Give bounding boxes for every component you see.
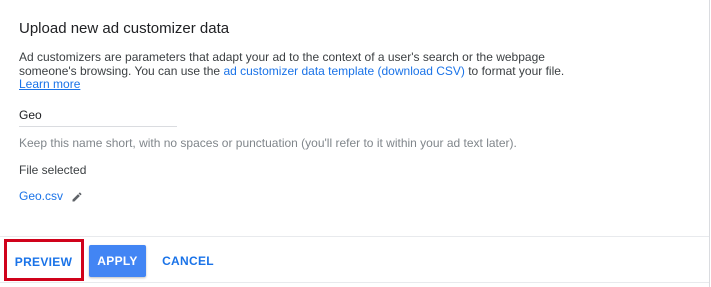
description-line2-suffix: to format your file. — [464, 64, 565, 78]
cancel-button[interactable]: CANCEL — [156, 245, 220, 277]
dialog-title: Upload new ad customizer data — [19, 20, 230, 37]
upload-dialog: Upload new ad customizer data Ad customi… — [0, 0, 710, 287]
file-row: Geo.csv — [19, 189, 83, 203]
dialog-description: Ad customizers are parameters that adapt… — [19, 50, 639, 78]
selected-file-link[interactable]: Geo.csv — [19, 189, 63, 203]
template-download-link[interactable]: ad customizer data template (download CS… — [223, 64, 464, 78]
actions-divider — [0, 236, 709, 237]
description-line2-prefix: someone's browsing. You can use the — [19, 64, 224, 78]
file-selected-label: File selected — [19, 163, 87, 177]
name-hint: Keep this name short, with no spaces or … — [19, 136, 517, 150]
bottom-divider — [0, 282, 709, 283]
customizer-name-input[interactable] — [19, 104, 177, 127]
learn-more-link[interactable]: Learn more — [19, 77, 80, 91]
pencil-icon[interactable] — [71, 190, 83, 202]
preview-button[interactable]: PREVIEW — [7, 245, 80, 279]
apply-button[interactable]: APPLY — [89, 245, 146, 277]
description-line1: Ad customizers are parameters that adapt… — [19, 50, 545, 64]
